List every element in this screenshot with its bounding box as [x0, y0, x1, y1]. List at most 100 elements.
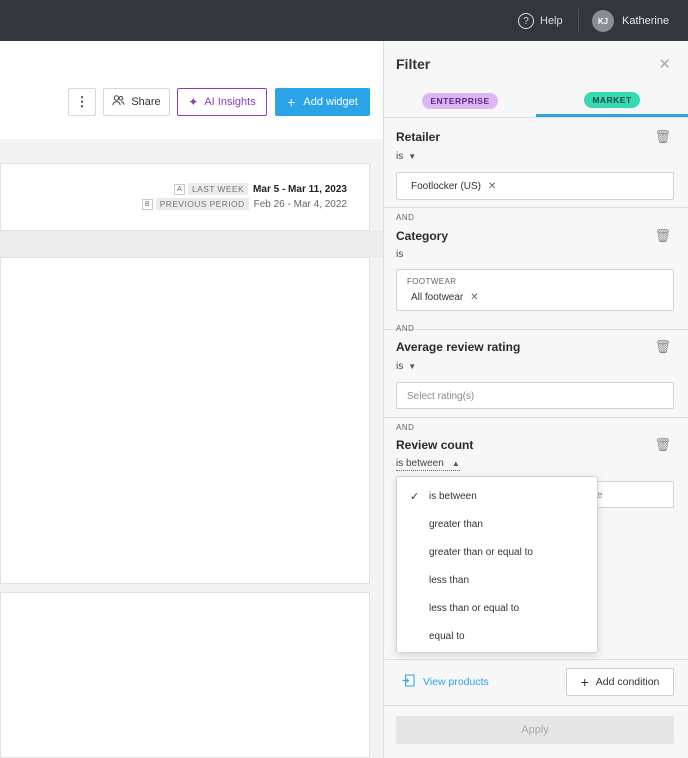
review-count-operator[interactable]: is between ▲ [396, 458, 460, 471]
delete-retailer-icon[interactable]: 🗑 [654, 129, 671, 145]
condition-separator [384, 207, 688, 208]
caret-down-icon: ▼ [408, 362, 417, 371]
more-options-button[interactable]: ⋮ [68, 88, 96, 116]
date-range-card: A LAST WEEK Mar 5 - Mar 11, 2023 B PREVI… [0, 163, 370, 231]
category-group-label: FOOTWEAR [407, 277, 457, 286]
plus-icon: + [580, 674, 589, 690]
and-label: AND [396, 324, 415, 333]
share-label: Share [131, 96, 161, 108]
date-row-b[interactable]: B PREVIOUS PERIOD Feb 26 - Mar 4, 2022 [141, 198, 347, 210]
dropdown-option[interactable]: ✓ is between [397, 482, 597, 510]
period-b-label: PREVIOUS PERIOD [155, 198, 249, 210]
category-chip-label: All footwear [411, 292, 464, 303]
caret-down-icon: ▼ [408, 152, 417, 161]
widget-card [0, 257, 370, 584]
filter-title: Filter [396, 56, 431, 72]
add-widget-button[interactable]: + Add widget [275, 88, 370, 116]
apply-button[interactable]: Apply [396, 716, 674, 744]
retailer-value-field[interactable]: Footlocker (US) ✕ [396, 172, 674, 200]
caret-up-icon: ▲ [451, 459, 460, 468]
section-divider [0, 231, 383, 257]
delete-avg-rating-icon[interactable]: 🗑 [654, 339, 671, 355]
and-label: AND [396, 423, 415, 432]
avg-rating-operator-label: is [396, 361, 404, 372]
add-condition-label: Add condition [595, 676, 660, 688]
period-b-badge: B [141, 198, 153, 210]
option-label: greater than [429, 518, 483, 530]
check-icon: ✓ [410, 490, 420, 503]
avg-rating-placeholder: Select rating(s) [407, 391, 475, 402]
dropdown-option[interactable]: less than or equal to [397, 594, 597, 622]
condition-separator [384, 329, 688, 330]
remove-chip-icon[interactable]: ✕ [470, 292, 478, 303]
dashboard-toolbar: ⋮ Share ✦ AI Insights + Add widget [0, 41, 383, 139]
avg-rating-input[interactable]: Select rating(s) [396, 382, 674, 409]
view-products-link[interactable]: View products [402, 674, 489, 690]
add-condition-button[interactable]: + Add condition [566, 668, 674, 696]
help-label: Help [540, 15, 563, 27]
avg-rating-operator[interactable]: is ▼ [396, 361, 416, 372]
delete-category-icon[interactable]: 🗑 [654, 228, 671, 244]
condition-title-review-count: Review count [396, 438, 474, 452]
footer-separator [384, 659, 688, 660]
period-b-value: Feb 26 - Mar 4, 2022 [253, 198, 347, 210]
user-menu[interactable]: KJ Katherine [592, 9, 669, 33]
review-count-input[interactable]: e [596, 481, 674, 508]
option-label: equal to [429, 630, 465, 642]
retailer-chip: Footlocker (US) ✕ [411, 181, 496, 192]
add-widget-label: Add widget [303, 96, 358, 108]
ai-insights-button[interactable]: ✦ AI Insights [177, 88, 267, 116]
option-label: less than [429, 574, 470, 586]
period-a-badge: A [173, 183, 185, 195]
plus-icon: + [287, 94, 296, 110]
panel-open-icon [402, 674, 415, 690]
view-products-label: View products [423, 676, 489, 688]
help-button[interactable]: ? Help [518, 11, 563, 31]
dropdown-option[interactable]: greater than or equal to [397, 538, 597, 566]
tabs-underline [384, 117, 688, 118]
option-label: less than or equal to [429, 602, 520, 614]
topbar-divider [578, 9, 579, 33]
operator-dropdown: ✓ is between greater than greater than o… [396, 476, 598, 653]
category-operator-label: is [396, 249, 404, 260]
retailer-chip-label: Footlocker (US) [411, 181, 482, 192]
dropdown-option[interactable]: greater than [397, 510, 597, 538]
dropdown-option[interactable]: equal to [397, 622, 597, 650]
dropdown-option[interactable]: less than [397, 566, 597, 594]
condition-title-avg-rating: Average review rating [396, 340, 521, 354]
top-bar: ? Help KJ Katherine [0, 0, 688, 41]
condition-title-retailer: Retailer [396, 130, 441, 144]
footer-separator-2 [384, 705, 688, 706]
users-icon [112, 95, 125, 109]
market-pill: MARKET [584, 91, 640, 108]
share-button[interactable]: Share [103, 88, 170, 116]
option-label: greater than or equal to [429, 546, 533, 558]
avatar: KJ [592, 10, 614, 32]
kebab-icon: ⋮ [75, 94, 89, 109]
delete-review-count-icon[interactable]: 🗑 [654, 437, 671, 453]
widget-card-2 [0, 592, 370, 758]
user-name: Katherine [622, 15, 670, 27]
condition-title-category: Category [396, 229, 449, 243]
category-value-field[interactable]: FOOTWEAR All footwear ✕ [396, 269, 674, 311]
retailer-operator-label: is [396, 151, 404, 162]
category-operator: is [396, 249, 403, 260]
remove-chip-icon[interactable]: ✕ [488, 181, 496, 192]
period-a-value: Mar 5 - Mar 11, 2023 [253, 183, 347, 195]
category-chip: All footwear ✕ [411, 292, 479, 303]
review-count-operator-label: is between [396, 458, 444, 469]
option-label: is between [429, 490, 477, 502]
period-a-label: LAST WEEK [187, 183, 249, 195]
condition-separator [384, 417, 688, 418]
tab-market[interactable]: MARKET [536, 85, 688, 117]
retailer-operator[interactable]: is ▼ [396, 151, 416, 162]
and-label: AND [396, 213, 415, 222]
date-row-a[interactable]: A LAST WEEK Mar 5 - Mar 11, 2023 [173, 183, 347, 195]
filter-scope-tabs: ENTERPRISE MARKET [384, 85, 688, 117]
ai-insights-label: AI Insights [204, 96, 256, 108]
tab-enterprise[interactable]: ENTERPRISE [384, 85, 536, 117]
help-icon: ? [518, 13, 534, 29]
main-content: ⋮ Share ✦ AI Insights + Add widget A LAS… [0, 41, 383, 758]
close-icon[interactable]: ✕ [658, 55, 671, 73]
sparkle-icon: ✦ [188, 95, 199, 109]
